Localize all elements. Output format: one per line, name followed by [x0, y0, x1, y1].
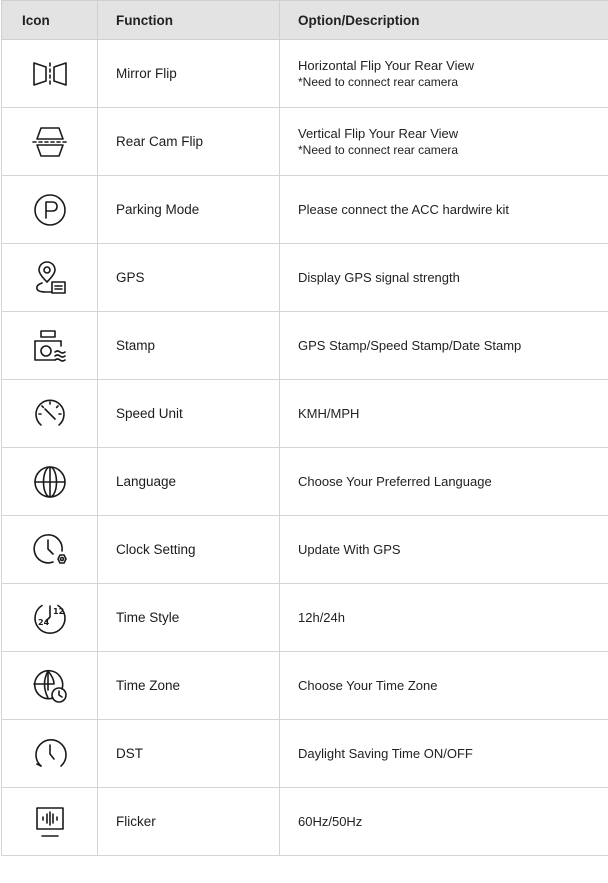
table-row: GPS Display GPS signal strength	[1, 243, 608, 312]
table-row: Stamp GPS Stamp/Speed Stamp/Date Stamp	[1, 311, 608, 380]
speed-unit-icon	[34, 398, 65, 426]
table-row: Clock Setting Update With GPS	[1, 515, 608, 584]
language-icon	[33, 465, 66, 498]
flicker-icon	[35, 806, 64, 837]
header-description: Option/Description	[279, 0, 608, 40]
description: Vertical Flip Your Rear View	[298, 125, 459, 141]
function-label: Time Style	[97, 583, 280, 652]
table-header-row: Icon Function Option/Description	[1, 0, 608, 40]
stamp-icon	[33, 329, 66, 362]
description: Choose Your Time Zone	[279, 651, 608, 720]
clock-setting-icon	[32, 533, 67, 564]
function-label: DST	[97, 719, 280, 788]
function-label: Parking Mode	[97, 175, 280, 244]
time-style-icon: 24 12	[33, 604, 66, 634]
table-row: Language Choose Your Preferred Language	[1, 447, 608, 516]
description-note: *Need to connect rear camera	[298, 74, 459, 89]
description: 60Hz/50Hz	[279, 787, 608, 856]
function-label: GPS	[97, 243, 280, 312]
function-label: Language	[97, 447, 280, 516]
description: KMH/MPH	[279, 379, 608, 448]
function-label: Clock Setting	[97, 515, 280, 584]
table-row: Time Zone Choose Your Time Zone	[1, 651, 608, 720]
table-row: Rear Cam Flip Vertical Flip Your Rear Vi…	[1, 107, 608, 176]
description: Please connect the ACC hardwire kit	[279, 175, 608, 244]
time-zone-icon	[32, 669, 67, 703]
dst-icon	[34, 738, 67, 767]
description: Horizontal Flip Your Rear View	[298, 57, 475, 73]
function-label: Stamp	[97, 311, 280, 380]
table-row: 24 12 Time Style 12h/24h	[1, 583, 608, 652]
function-label: Time Zone	[97, 651, 280, 720]
header-icon: Icon	[1, 0, 98, 40]
parking-mode-icon	[33, 193, 66, 226]
description: Choose Your Preferred Language	[279, 447, 608, 516]
table-row: Parking Mode Please connect the ACC hard…	[1, 175, 608, 244]
description: Display GPS signal strength	[279, 243, 608, 312]
function-label: Rear Cam Flip	[97, 107, 280, 176]
gps-icon	[35, 260, 66, 294]
description-note: *Need to connect rear camera	[298, 142, 459, 157]
table-row: Speed Unit KMH/MPH	[1, 379, 608, 448]
function-label: Mirror Flip	[97, 39, 280, 108]
svg-text:24: 24	[38, 618, 50, 627]
mirror-flip-icon	[32, 61, 67, 86]
description: 12h/24h	[279, 583, 608, 652]
function-label: Speed Unit	[97, 379, 280, 448]
table-row: Flicker 60Hz/50Hz	[1, 787, 608, 856]
svg-text:12: 12	[53, 607, 64, 616]
table-row: Mirror Flip Horizontal Flip Your Rear Vi…	[1, 39, 608, 108]
settings-table: Icon Function Option/Description Mirror …	[1, 0, 608, 856]
function-label: Flicker	[97, 787, 280, 856]
description: GPS Stamp/Speed Stamp/Date Stamp	[279, 311, 608, 380]
header-function: Function	[97, 0, 280, 40]
description: Update With GPS	[279, 515, 608, 584]
description: Daylight Saving Time ON/OFF	[279, 719, 608, 788]
table-row: DST Daylight Saving Time ON/OFF	[1, 719, 608, 788]
rear-cam-flip-icon	[31, 126, 67, 157]
